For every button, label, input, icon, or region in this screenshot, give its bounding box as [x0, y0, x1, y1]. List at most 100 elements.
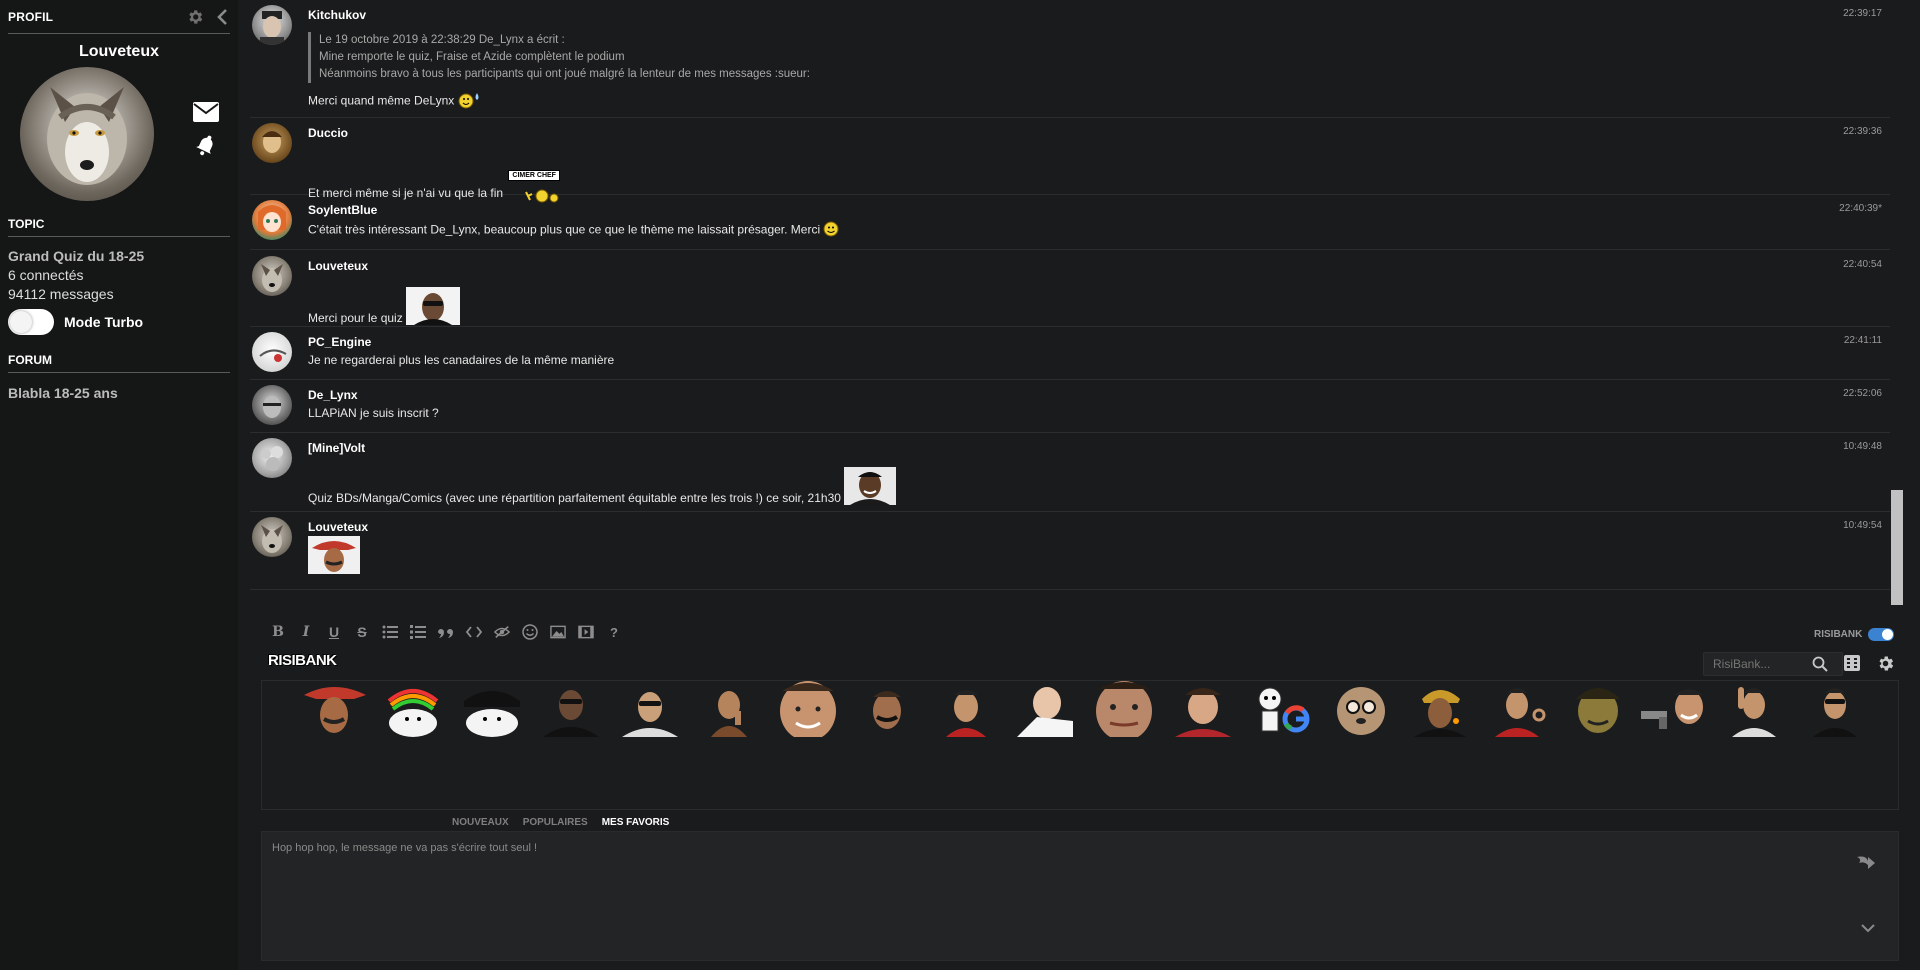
sticker-thumbnail[interactable] [849, 681, 926, 737]
message-author[interactable]: SoylentBlue [308, 203, 1894, 217]
sticker-thumbnail[interactable] [375, 681, 452, 737]
risibank-tabs: NOUVEAUX POPULAIRES MES FAVORIS [452, 817, 669, 828]
format-toolbar: B I U S ? [270, 624, 622, 640]
message-text: Merci pour le quiz [308, 311, 403, 325]
message-author[interactable]: De_Lynx [308, 388, 1894, 402]
grid-icon[interactable] [1843, 654, 1861, 675]
bullet-list-icon[interactable] [382, 624, 398, 640]
sticker-thumbnail[interactable] [454, 681, 531, 737]
sticker-image[interactable] [406, 287, 461, 325]
quote-icon[interactable] [438, 624, 454, 640]
avatar[interactable] [252, 385, 292, 425]
avatar[interactable] [252, 517, 292, 557]
risibank-toggle[interactable]: RISIBANK [1814, 628, 1895, 641]
message-item: SoylentBlue 22:40:39* C'était très intér… [250, 195, 1894, 250]
ordered-list-icon[interactable] [410, 624, 426, 640]
sticker-thumbnail[interactable] [296, 681, 373, 737]
message-item: De_Lynx 22:52:06 LLAPiAN je suis inscrit… [250, 380, 1894, 433]
sticker-thumbnail[interactable] [612, 681, 689, 737]
chevron-down-icon[interactable] [1861, 922, 1875, 936]
chevron-left-icon[interactable] [214, 8, 230, 26]
turbo-toggle[interactable] [8, 309, 54, 335]
message-author[interactable]: Louveteux [308, 259, 1894, 273]
bold-icon[interactable]: B [270, 624, 286, 640]
image-icon[interactable] [550, 624, 566, 640]
sticker-thumbnail[interactable] [1560, 681, 1637, 737]
message-author[interactable]: Kitchukov [308, 8, 1894, 22]
mail-icon[interactable] [192, 101, 220, 126]
sticker-image[interactable] [844, 467, 897, 505]
sticker-thumbnail[interactable] [1244, 681, 1321, 737]
message-author[interactable]: Duccio [308, 126, 1894, 140]
sticker-row [296, 681, 1874, 737]
avatar[interactable] [252, 123, 292, 163]
message-item: PC_Engine 22:41:11 Je ne regarderai plus… [250, 327, 1894, 380]
tab-populaires[interactable]: POPULAIRES [523, 817, 588, 828]
message-quote: Le 19 octobre 2019 à 22:38:29 De_Lynx a … [308, 32, 1894, 83]
message-text: LLAPiAN je suis inscrit ? [308, 406, 439, 420]
turbo-label: Mode Turbo [64, 314, 144, 330]
forum-name[interactable]: Blabla 18-25 ans [8, 385, 230, 401]
message-textarea[interactable]: Hop hop hop, le message ne va pas s'écri… [261, 831, 1899, 961]
send-icon[interactable] [1856, 853, 1876, 874]
strikethrough-icon[interactable]: S [354, 624, 370, 640]
topic-name[interactable]: Grand Quiz du 18-25 [8, 247, 230, 266]
topic-section-title: TOPIC [8, 217, 230, 237]
sticker-thumbnail[interactable] [1086, 681, 1163, 737]
sticker-thumbnail[interactable] [1797, 681, 1874, 737]
quote-line: Mine remporte le quiz, Fraise et Azide c… [319, 51, 625, 63]
messages-scrollbar[interactable] [1890, 0, 1904, 610]
sticker-thumbnail[interactable] [770, 681, 847, 737]
avatar[interactable] [252, 332, 292, 372]
code-icon[interactable] [466, 624, 482, 640]
message-time: 22:41:11 [1843, 335, 1882, 346]
bell-icon[interactable] [194, 133, 218, 160]
smiley-icon [823, 221, 839, 240]
sticker-thumbnail[interactable] [533, 681, 610, 737]
message-placeholder: Hop hop hop, le message ne va pas s'écri… [272, 842, 538, 854]
search-icon[interactable] [1812, 656, 1828, 675]
sticker-thumbnail[interactable] [1718, 681, 1795, 737]
gear-icon[interactable] [186, 8, 204, 26]
spoiler-icon[interactable] [494, 624, 510, 640]
help-icon[interactable]: ? [606, 624, 622, 640]
avatar[interactable] [252, 438, 292, 478]
tab-nouveaux[interactable]: NOUVEAUX [452, 817, 509, 828]
underline-icon[interactable]: U [326, 624, 342, 640]
sticker-thumbnail[interactable] [1402, 681, 1479, 737]
message-time: 22:39:36 [1843, 126, 1882, 137]
avatar[interactable] [252, 200, 292, 240]
quote-line: Néanmoins bravo à tous les participants … [319, 68, 810, 80]
message-time: 10:49:48 [1843, 441, 1882, 452]
avatar[interactable] [252, 5, 292, 45]
sticker-thumbnail[interactable] [1323, 681, 1400, 737]
profile-avatar[interactable] [20, 67, 154, 201]
smiley-sweat-icon [458, 91, 482, 112]
avatar[interactable] [252, 256, 292, 296]
sticker-thumbnail[interactable] [928, 681, 1005, 737]
video-icon[interactable] [578, 624, 594, 640]
sidebar: PROFIL Louveteux TOPIC Grand Quiz du 18-… [0, 0, 238, 970]
sticker-thumbnail[interactable] [1165, 681, 1242, 737]
sticker-thumbnail[interactable] [1007, 681, 1084, 737]
emoji-icon[interactable] [522, 624, 538, 640]
message-author[interactable]: PC_Engine [308, 335, 1894, 349]
message-text: Je ne regarderai plus les canadaires de … [308, 353, 615, 367]
sticker-image[interactable] [308, 536, 360, 574]
message-time: 22:39:17 [1843, 8, 1882, 19]
message-author[interactable]: [Mine]Volt [308, 441, 1894, 455]
message-list: Kitchukov 22:39:17 Le 19 octobre 2019 à … [250, 0, 1894, 598]
sticker-thumbnail[interactable] [691, 681, 768, 737]
messages-count: 94112 messages [8, 286, 114, 302]
tab-mes-favoris[interactable]: MES FAVORIS [602, 817, 670, 828]
quote-header: Le 19 octobre 2019 à 22:38:29 De_Lynx a … [319, 34, 565, 46]
message-author[interactable]: Louveteux [308, 520, 1894, 534]
risibank-switch[interactable] [1868, 628, 1895, 641]
sticker-thumbnail[interactable] [1639, 681, 1716, 737]
italic-icon[interactable]: I [298, 624, 314, 640]
risibank-logo: RISIBANK [268, 652, 337, 669]
message-text: Quiz BDs/Manga/Comics (avec une répartit… [308, 491, 841, 505]
scrollbar-thumb[interactable] [1891, 490, 1903, 605]
settings-gear-icon[interactable] [1876, 654, 1895, 676]
sticker-thumbnail[interactable] [1481, 681, 1558, 737]
